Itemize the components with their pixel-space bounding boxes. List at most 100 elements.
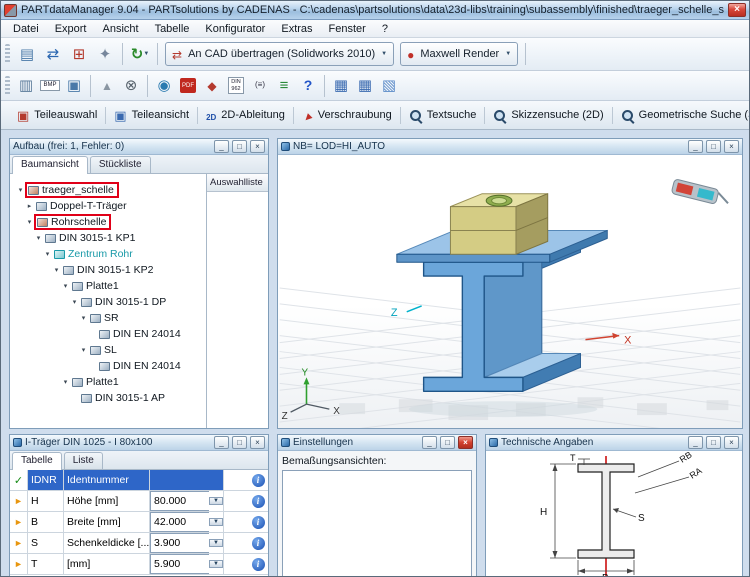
info-icon[interactable] (252, 537, 265, 550)
info-icon[interactable] (252, 474, 265, 487)
expander-icon[interactable] (34, 234, 43, 242)
tree-node-din-3015-kp2[interactable]: DIN 3015-1 KP2 (12, 262, 206, 278)
table-view-alt-button[interactable] (354, 75, 376, 97)
expander-icon[interactable] (52, 266, 61, 274)
upload-button[interactable] (96, 75, 118, 97)
table-view-button[interactable] (330, 75, 352, 97)
tree-node-rohrschelle[interactable]: Rohrschelle (12, 214, 206, 230)
render-dropdown[interactable]: Maxwell Render ▼ (400, 42, 518, 66)
expander-icon[interactable] (25, 202, 34, 210)
expander-icon[interactable] (43, 250, 52, 258)
tree-node-platte1-2[interactable]: Platte1 (12, 374, 206, 390)
tab-baumansicht[interactable]: Baumansicht (12, 156, 88, 174)
info-cell[interactable] (248, 512, 268, 532)
thread-display-button[interactable]: (≡) (249, 75, 271, 97)
tab-stueckliste[interactable]: Stückliste (90, 156, 151, 173)
menu-tabelle[interactable]: Tabelle (147, 21, 198, 37)
maximize-button[interactable]: □ (232, 140, 247, 153)
expander-icon[interactable] (70, 298, 79, 306)
bmp-export-button[interactable]: BMP (39, 75, 61, 97)
3d-glasses-icon[interactable] (671, 179, 730, 207)
info-icon[interactable] (252, 516, 265, 529)
web-button[interactable] (153, 75, 175, 97)
3d-scene[interactable]: Z X Y X Z (278, 155, 742, 428)
layers-button[interactable] (273, 75, 295, 97)
value-combo[interactable]: 5.900 (150, 554, 224, 574)
tab-teileansicht[interactable]: Teileansicht (107, 104, 196, 127)
minimize-button[interactable]: _ (688, 140, 703, 153)
tree-node-din-3015-kp1[interactable]: DIN 3015-1 KP1 (12, 230, 206, 246)
tree-node-din-en-24014[interactable]: DIN EN 24014 (12, 326, 206, 342)
tree-node-traeger-schelle[interactable]: traeger_schelle (12, 182, 206, 198)
tab-verschraubung[interactable]: Verschraubung (295, 104, 399, 127)
viewer-3d-canvas[interactable]: Z X Y X Z (278, 155, 742, 428)
table-row-s[interactable]: S Schenkeldicke [... 3.900 (10, 533, 268, 554)
pdf-export-button[interactable] (177, 75, 199, 97)
tab-tabelle[interactable]: Tabelle (12, 452, 62, 470)
info-cell[interactable] (248, 491, 268, 511)
copy-button[interactable] (15, 75, 37, 97)
minimize-button[interactable]: _ (214, 140, 229, 153)
tab-skizzensuche[interactable]: Skizzensuche (2D) (486, 105, 610, 126)
close-button[interactable]: × (250, 140, 265, 153)
tab-2d-ableitung[interactable]: 2D-Ableitung (199, 104, 292, 127)
help-button[interactable] (297, 75, 319, 97)
dropdown-arrow-icon[interactable] (209, 560, 223, 568)
close-button[interactable]: × (458, 436, 473, 449)
cad-transfer-dropdown[interactable]: An CAD übertragen (Solidworks 2010) ▼ (165, 42, 394, 66)
table-row-b[interactable]: B Breite [mm] 42.000 (10, 512, 268, 533)
table-row-t[interactable]: T [mm] 5.900 (10, 554, 268, 575)
value-combo[interactable]: 80.000 (150, 491, 224, 511)
value-cell[interactable] (150, 470, 224, 490)
minimize-button[interactable]: _ (422, 436, 437, 449)
tab-liste[interactable]: Liste (64, 452, 103, 469)
info-cell[interactable] (248, 533, 268, 553)
dropdown-arrow-icon[interactable] (209, 497, 223, 505)
open-project-button[interactable] (15, 42, 39, 66)
minimize-button[interactable]: _ (214, 436, 229, 449)
tree-node-din-3015-dp[interactable]: DIN 3015-1 DP (12, 294, 206, 310)
snapshot-button[interactable] (63, 75, 85, 97)
auswahlliste-list[interactable] (207, 192, 268, 428)
tree-node-din-en-24014[interactable]: DIN EN 24014 (12, 358, 206, 374)
tab-teileauswahl[interactable]: Teileauswahl (10, 104, 104, 127)
table-row-h[interactable]: H Höhe [mm] 80.000 (10, 491, 268, 512)
assembly-structure-button[interactable] (67, 42, 91, 66)
menu-extras[interactable]: Extras (273, 21, 320, 37)
close-button[interactable]: × (724, 140, 739, 153)
minimize-button[interactable]: _ (688, 436, 703, 449)
expander-icon[interactable] (61, 282, 70, 290)
close-button[interactable]: × (724, 436, 739, 449)
maximize-button[interactable]: □ (232, 436, 247, 449)
tab-geometrische-suche[interactable]: Geometrische Suche (3D) (614, 105, 750, 126)
menu-ansicht[interactable]: Ansicht (94, 21, 146, 37)
bemassungsansichten-list[interactable] (282, 470, 472, 577)
din-962-button[interactable]: DIN962 (225, 75, 247, 97)
tab-textsuche[interactable]: Textsuche (402, 105, 484, 126)
info-cell[interactable] (248, 470, 268, 490)
3d-model-ibeam-clamp[interactable] (397, 194, 607, 392)
close-button[interactable]: × (250, 436, 265, 449)
tree-node-sl[interactable]: SL (12, 342, 206, 358)
expander-icon[interactable] (16, 186, 25, 194)
toolbar-grip[interactable] (5, 76, 10, 96)
window-close-button[interactable]: × (728, 3, 746, 17)
info-cell[interactable] (248, 554, 268, 574)
value-combo[interactable]: 3.900 (150, 533, 224, 553)
table-row-idnr[interactable]: IDNR Identnummer (10, 470, 268, 491)
tools-button[interactable] (93, 42, 117, 66)
toolbar-grip[interactable] (5, 44, 10, 64)
info-icon[interactable] (252, 495, 265, 508)
value-combo[interactable]: 42.000 (150, 512, 224, 532)
dropdown-arrow-icon[interactable] (209, 518, 223, 526)
expander-icon[interactable] (25, 218, 34, 226)
tree-node-platte1[interactable]: Platte1 (12, 278, 206, 294)
menu-fenster[interactable]: Fenster (321, 21, 374, 37)
info-icon[interactable] (252, 558, 265, 571)
maximize-button[interactable]: □ (440, 436, 455, 449)
selection-button[interactable] (378, 75, 400, 97)
export-part-button[interactable] (41, 42, 65, 66)
expander-icon[interactable] (79, 346, 88, 354)
menu-datei[interactable]: Datei (5, 21, 47, 37)
stamp-button[interactable] (201, 75, 223, 97)
